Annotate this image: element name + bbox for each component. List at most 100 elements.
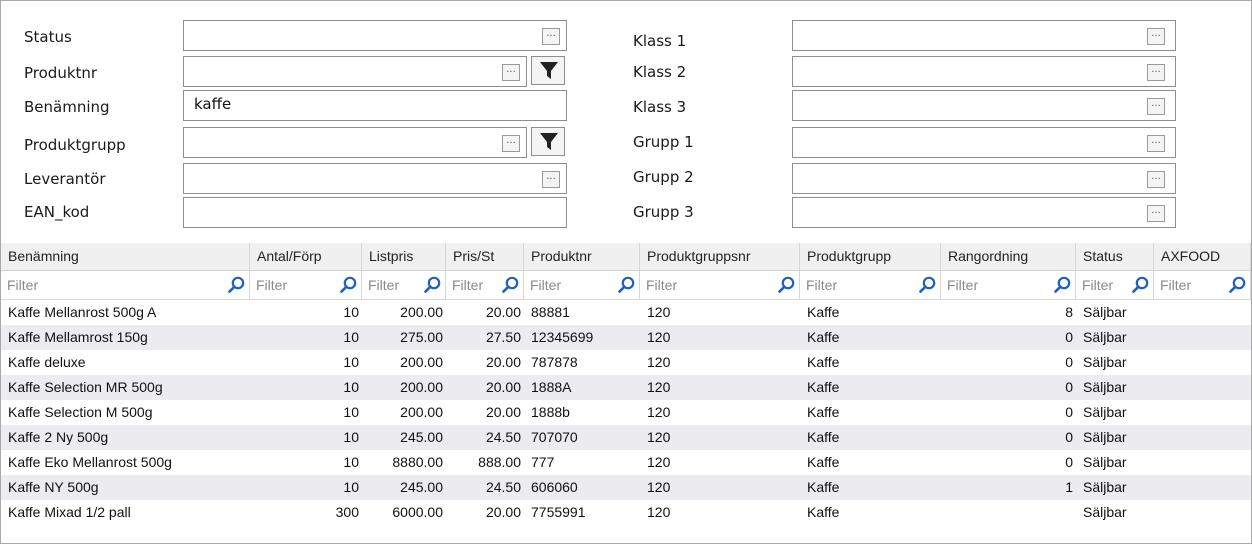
column-header-pris-st[interactable]: Pris/St — [446, 243, 524, 270]
leverantor-browse-button[interactable]: ... — [542, 171, 560, 188]
grupp3-field[interactable]: ... — [792, 197, 1176, 228]
filter-input-produktgrupp[interactable]: Filter — [800, 271, 941, 299]
ellipsis-icon: ... — [506, 64, 516, 75]
table-row[interactable]: Kaffe 2 Ny 500g 10 245.00 24.50 707070 120 Kaf… — [1, 425, 1251, 450]
cell-benamning: Kaffe Selection MR 500g — [8, 379, 163, 395]
cell-listpris: 6000.00 — [392, 504, 443, 520]
table-row[interactable]: Kaffe Selection M 500g 10 200.00 20.00 1888b… — [1, 400, 1251, 425]
filter-input-produktgruppsnr[interactable]: Filter — [640, 271, 800, 299]
column-header-listpris[interactable]: Listpris — [362, 243, 446, 270]
cell-listpris: 275.00 — [400, 329, 443, 345]
cell-produktgruppsnr: 120 — [647, 429, 671, 445]
cell-axfood — [1154, 500, 1251, 525]
table-row[interactable]: Kaffe Mellamrost 150g 10 275.00 27.50 123456… — [1, 325, 1251, 350]
leverantor-field[interactable]: ... — [183, 163, 567, 194]
grupp1-browse-button[interactable]: ... — [1147, 135, 1165, 152]
filter-input-listpris[interactable]: Filter — [362, 271, 446, 299]
magnifier-icon[interactable] — [919, 276, 936, 293]
column-header-status[interactable]: Status — [1076, 243, 1154, 270]
filter-input-rangordning[interactable]: Filter — [941, 271, 1076, 299]
cell-status: Säljbar — [1083, 504, 1127, 520]
produktgrupp-field[interactable]: ... — [183, 127, 527, 158]
benamning-value: kaffe — [194, 95, 232, 113]
klass2-field[interactable]: ... — [792, 56, 1176, 87]
column-header-produktnr[interactable]: Produktnr — [524, 243, 640, 270]
produktnr-field[interactable]: ... — [183, 56, 527, 87]
cell-produktgruppsnr: 120 — [647, 304, 671, 320]
produktgrupp-browse-button[interactable]: ... — [502, 135, 520, 152]
table-row[interactable]: Kaffe Eko Mellanrost 500g 10 8880.00 888.00… — [1, 450, 1251, 475]
cell-benamning: Kaffe Mellamrost 150g — [8, 329, 148, 345]
cell-benamning: Kaffe 2 Ny 500g — [8, 429, 109, 445]
filter-input-status[interactable]: Filter — [1076, 271, 1154, 299]
grupp2-browse-button[interactable]: ... — [1147, 171, 1165, 188]
column-header-antal-forp[interactable]: Antal/Förp — [250, 243, 362, 270]
filter-input-pris-st[interactable]: Filter — [446, 271, 524, 299]
ellipsis-icon: ... — [546, 171, 556, 182]
column-header-produktgrupp[interactable]: Produktgrupp — [800, 243, 941, 270]
produktgrupp-filter-button[interactable] — [531, 127, 565, 156]
klass2-browse-button[interactable]: ... — [1147, 64, 1165, 81]
grupp3-label: Grupp 3 — [633, 203, 694, 221]
cell-axfood — [1154, 375, 1251, 400]
magnifier-icon[interactable] — [340, 276, 357, 293]
filter-input-produktnr[interactable]: Filter — [524, 271, 640, 299]
cell-pris-st: 24.50 — [485, 429, 521, 445]
column-header-produktgruppsnr[interactable]: Produktgruppsnr — [640, 243, 800, 270]
table-row[interactable]: Kaffe NY 500g 10 245.00 24.50 606060 120 Kaffe… — [1, 475, 1251, 500]
cell-antal-forp: 300 — [335, 504, 359, 520]
table-row[interactable]: Kaffe deluxe 10 200.00 20.00 787878 120 Kaffe 0… — [1, 350, 1251, 375]
klass1-field[interactable]: ... — [792, 20, 1176, 51]
magnifier-icon[interactable] — [1054, 276, 1071, 293]
filter-input-axfood[interactable]: Filter — [1154, 271, 1251, 299]
klass3-field[interactable]: ... — [792, 90, 1176, 121]
produktgrupp-label: Produktgrupp — [24, 136, 126, 154]
status-browse-button[interactable]: ... — [542, 28, 560, 45]
magnifier-icon[interactable] — [228, 276, 245, 293]
cell-pris-st: 20.00 — [485, 304, 521, 320]
cell-produktgruppsnr: 120 — [647, 454, 671, 470]
cell-produktnr: 777 — [531, 454, 555, 470]
filter-placeholder: Filter — [1160, 277, 1192, 293]
column-header-axfood[interactable]: AXFOOD — [1154, 243, 1251, 270]
cell-pris-st: 27.50 — [485, 329, 521, 345]
klass1-browse-button[interactable]: ... — [1147, 28, 1165, 45]
produktnr-filter-button[interactable] — [531, 56, 565, 85]
column-header-benamning[interactable]: Benämning — [1, 243, 250, 270]
magnifier-icon[interactable] — [778, 276, 795, 293]
benamning-label: Benämning — [24, 98, 110, 116]
filter-input-antal-forp[interactable]: Filter — [250, 271, 362, 299]
magnifier-icon[interactable] — [1132, 276, 1149, 293]
ellipsis-icon: ... — [1151, 205, 1161, 216]
table-row[interactable]: Kaffe Mixad 1/2 pall 300 6000.00 20.00 77559… — [1, 500, 1251, 525]
magnifier-icon[interactable] — [424, 276, 441, 293]
produktnr-browse-button[interactable]: ... — [502, 64, 520, 81]
filter-input-benamning[interactable]: Filter — [1, 271, 250, 299]
grupp3-browse-button[interactable]: ... — [1147, 205, 1165, 222]
ellipsis-icon: ... — [1151, 28, 1161, 39]
ean-kod-field[interactable] — [183, 197, 567, 228]
cell-rangordning: 0 — [1065, 429, 1073, 445]
table-row[interactable]: Kaffe Selection MR 500g 10 200.00 20.00 1888… — [1, 375, 1251, 400]
grupp2-field[interactable]: ... — [792, 163, 1176, 194]
cell-produktnr: 7755991 — [531, 504, 586, 520]
cell-status: Säljbar — [1083, 404, 1127, 420]
magnifier-icon[interactable] — [502, 276, 519, 293]
product-search-window: Status Produktnr Benämning Produktgrupp … — [0, 0, 1252, 544]
grupp1-field[interactable]: ... — [792, 127, 1176, 158]
cell-antal-forp: 10 — [343, 379, 359, 395]
klass3-browse-button[interactable]: ... — [1147, 98, 1165, 115]
cell-produktnr: 12345699 — [531, 329, 594, 345]
status-field[interactable]: ... — [183, 20, 567, 51]
benamning-field[interactable]: kaffe — [183, 90, 567, 121]
cell-rangordning: 0 — [1065, 454, 1073, 470]
cell-status: Säljbar — [1083, 429, 1127, 445]
cell-status: Säljbar — [1083, 354, 1127, 370]
cell-produktgrupp: Kaffe — [807, 404, 840, 420]
magnifier-icon[interactable] — [618, 276, 635, 293]
cell-listpris: 245.00 — [400, 429, 443, 445]
cell-antal-forp: 10 — [343, 429, 359, 445]
column-header-rangordning[interactable]: Rangordning — [941, 243, 1076, 270]
table-row[interactable]: Kaffe Mellanrost 500g A 10 200.00 20.00 8888… — [1, 300, 1251, 325]
magnifier-icon[interactable] — [1229, 276, 1246, 293]
